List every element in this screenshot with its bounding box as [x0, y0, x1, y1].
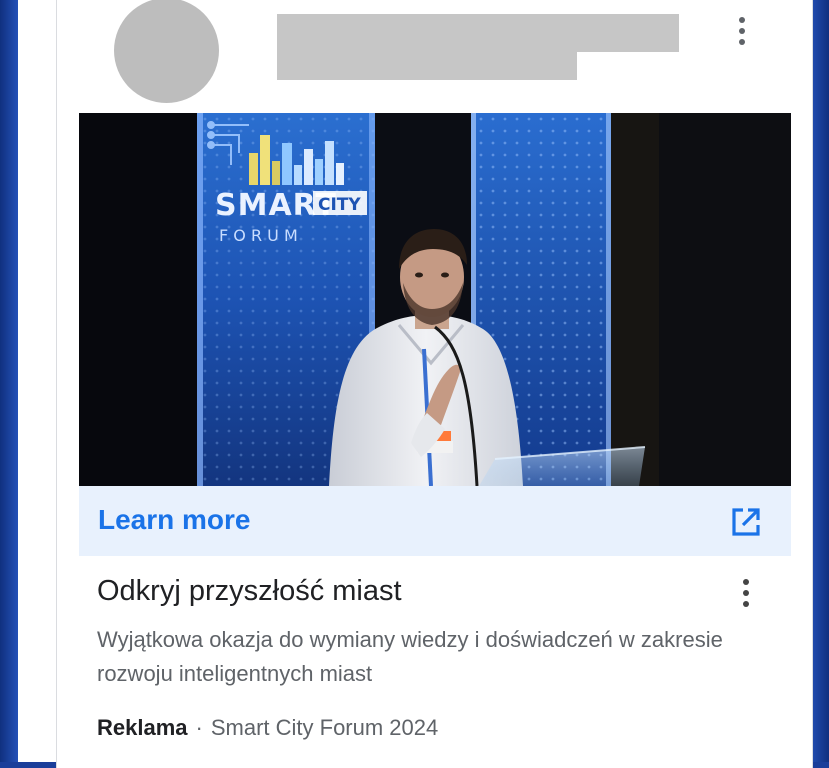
advertiser-avatar — [114, 0, 219, 103]
ad-image[interactable]: SMART CITY F O R U M — [79, 113, 791, 486]
more-options-icon[interactable] — [732, 14, 752, 48]
sign-brand-badge: CITY — [318, 195, 361, 215]
advertiser-name-placeholder — [277, 14, 679, 80]
cta-bar[interactable]: Learn more — [79, 486, 791, 556]
background-edge-left — [0, 0, 18, 762]
separator: · — [195, 715, 203, 740]
name-placeholder-line — [277, 14, 679, 52]
sign-brand-sub: F O R U M — [219, 226, 298, 245]
name-placeholder-line — [277, 52, 577, 80]
ad-headline[interactable]: Odkryj przyszłość miast — [97, 574, 402, 609]
ad-attribution: Reklama · Smart City Forum 2024 — [97, 712, 438, 744]
ad-card[interactable]: SMART CITY F O R U M Learn more Odkryj p… — [56, 0, 813, 768]
advertiser-name: Smart City Forum 2024 — [210, 715, 439, 740]
page: SMART CITY F O R U M Learn more Odkryj p… — [18, 0, 813, 768]
learn-more-link[interactable]: Learn more — [98, 506, 251, 534]
ad-label: Reklama — [97, 715, 188, 740]
external-link-icon[interactable] — [729, 505, 763, 539]
ad-description: Wyjątkowa okazja do wymiany wiedzy i doś… — [97, 627, 723, 686]
more-options-icon[interactable] — [736, 576, 756, 610]
